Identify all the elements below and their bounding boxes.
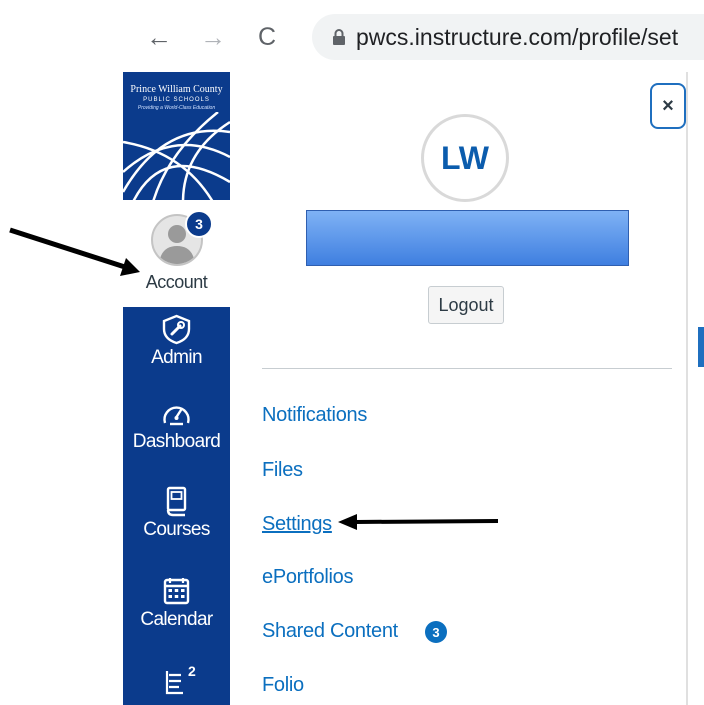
nav-header: Prince William County PUBLIC SCHOOLS Pro… bbox=[123, 72, 230, 307]
address-bar[interactable]: pwcs.instructure.com/profile/set bbox=[312, 14, 704, 60]
back-button[interactable]: ← bbox=[142, 20, 176, 54]
nav-courses[interactable]: Courses bbox=[123, 485, 230, 541]
link-shared-content[interactable]: Shared Content bbox=[262, 620, 398, 643]
inbox-icon bbox=[165, 671, 183, 695]
nav-admin-label: Admin bbox=[151, 347, 202, 368]
nav-courses-label: Courses bbox=[143, 519, 210, 540]
calendar-icon bbox=[163, 578, 190, 605]
link-files[interactable]: Files bbox=[262, 459, 303, 482]
user-name-redacted bbox=[306, 210, 629, 266]
school-logo[interactable]: Prince William County PUBLIC SCHOOLS Pro… bbox=[123, 72, 230, 200]
global-navigation: Prince William County PUBLIC SCHOOLS Pro… bbox=[123, 72, 230, 705]
inbox-badge: 2 bbox=[188, 663, 196, 679]
nav-calendar-label: Calendar bbox=[140, 609, 213, 630]
book-icon bbox=[166, 486, 187, 517]
globe-graphic-icon bbox=[123, 112, 230, 200]
nav-inbox[interactable]: 2 bbox=[123, 663, 230, 697]
close-tray-button[interactable]: × bbox=[650, 83, 686, 129]
profile-avatar[interactable]: LW bbox=[421, 114, 509, 202]
account-notification-badge: 3 bbox=[185, 210, 213, 238]
nav-account[interactable]: 3 Account bbox=[123, 210, 230, 300]
reload-button[interactable]: C bbox=[250, 20, 284, 54]
link-folio[interactable]: Folio bbox=[262, 674, 304, 697]
page-edge-strip bbox=[698, 327, 704, 367]
logo-tagline: Providing a World-Class Education bbox=[137, 105, 216, 111]
url-text: pwcs.instructure.com/profile/set bbox=[356, 23, 679, 50]
link-eportfolios[interactable]: ePortfolios bbox=[262, 566, 354, 589]
logo-subtitle: PUBLIC SCHOOLS bbox=[143, 97, 210, 103]
link-settings[interactable]: Settings bbox=[262, 513, 332, 536]
nav-account-label: Account bbox=[145, 272, 208, 292]
nav-dashboard-label: Dashboard bbox=[132, 431, 221, 452]
page-edge bbox=[688, 72, 704, 705]
shared-content-badge: 3 bbox=[425, 621, 447, 643]
logout-button[interactable]: Logout bbox=[428, 286, 504, 324]
link-notifications[interactable]: Notifications bbox=[262, 404, 367, 427]
nav-menu: Admin Dashboard Courses Calendar 2 bbox=[123, 307, 230, 705]
tray-divider bbox=[262, 368, 672, 369]
nav-dashboard[interactable]: Dashboard bbox=[123, 397, 230, 453]
forward-button[interactable]: → bbox=[196, 20, 230, 54]
nav-admin[interactable]: Admin bbox=[123, 313, 230, 369]
logo-title: Prince William County bbox=[130, 84, 223, 95]
speedometer-icon bbox=[163, 406, 190, 426]
browser-toolbar: ← → C pwcs.instructure.com/profile/set bbox=[0, 0, 704, 70]
arrow-to-account-icon bbox=[9, 227, 140, 276]
lock-icon bbox=[333, 29, 345, 45]
nav-calendar[interactable]: Calendar bbox=[123, 575, 230, 631]
shield-wrench-icon bbox=[162, 314, 191, 345]
